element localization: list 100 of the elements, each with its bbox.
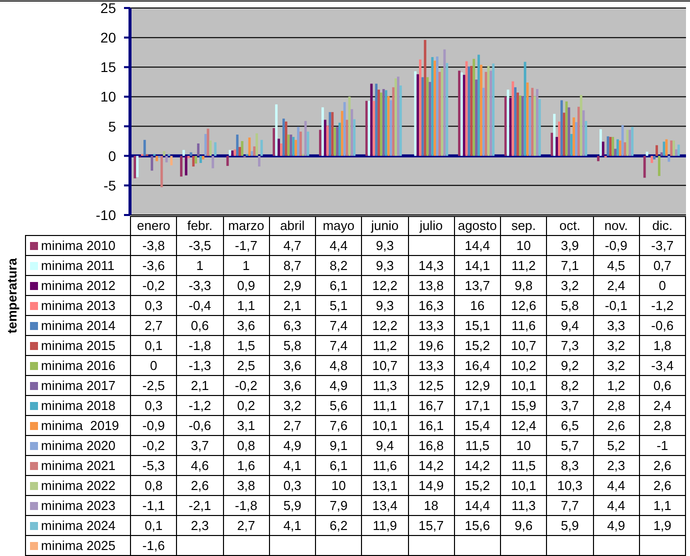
table-cell: 9,3 — [362, 256, 408, 276]
table-cell: 0,3 — [130, 296, 177, 316]
series-label: minima 2016 — [41, 358, 116, 372]
table-cell: 10 — [316, 476, 362, 496]
table-cell: 9,8 — [500, 276, 547, 296]
table-cell: 11,5 — [500, 456, 547, 476]
table-cell: 5,8 — [269, 336, 316, 356]
series-label: minima 2020 — [41, 438, 116, 452]
table-cell: -3,7 — [639, 236, 686, 256]
table-cell: 1,1 — [223, 296, 270, 316]
table-cell: 4,4 — [593, 496, 640, 516]
table-cell: -2,5 — [130, 376, 177, 396]
table-cell: 11,1 — [362, 396, 408, 416]
table-cell: 11,9 — [362, 516, 408, 536]
column-header: dic. — [639, 216, 686, 236]
table-cell: 2,1 — [269, 296, 316, 316]
table-cell: 3,9 — [546, 236, 593, 256]
table-cell: 3,6 — [269, 356, 316, 376]
table-cell: 5,9 — [269, 496, 316, 516]
table-cell: 5,8 — [546, 296, 593, 316]
table-cell: 0,8 — [223, 436, 270, 456]
table-cell: 15,2 — [454, 336, 500, 356]
table-cell: -1,8 — [223, 496, 270, 516]
table-cell: 2,3 — [593, 456, 640, 476]
axis-title: temperatura — [3, 257, 20, 336]
table-cell: 9,2 — [546, 356, 593, 376]
table-cell: 4,4 — [593, 476, 640, 496]
table-cell: 11,3 — [500, 496, 547, 516]
table-cell: 2,8 — [593, 396, 640, 416]
table-cell: 2,6 — [176, 476, 223, 496]
table-cell: 4,6 — [176, 456, 223, 476]
column-header: mayo — [316, 216, 362, 236]
table-cell: 9,4 — [362, 436, 408, 456]
table-cell: -1,2 — [176, 396, 223, 416]
table-cell: -0,2 — [130, 436, 177, 456]
axis-label: -10 — [96, 207, 116, 223]
table-cell: 16,8 — [408, 436, 454, 456]
column-header: abril — [269, 216, 316, 236]
table-cell: 4,9 — [269, 436, 316, 456]
table-cell: 4,1 — [269, 456, 316, 476]
table-cell: -2,1 — [176, 496, 223, 516]
table-cell: 5,1 — [316, 296, 362, 316]
series-label: minima 2019 — [41, 418, 120, 432]
table-cell: 11,6 — [500, 316, 547, 336]
table-cell: -3,8 — [130, 236, 177, 256]
table-cell: 7,6 — [316, 416, 362, 436]
table-cell: 2,7 — [130, 316, 177, 336]
table-cell: 10,1 — [500, 476, 547, 496]
table-cell: 15,9 — [500, 396, 547, 416]
table-cell: 9,3 — [362, 296, 408, 316]
table-cell: -3,3 — [176, 276, 223, 296]
table-cell: 13,3 — [408, 316, 454, 336]
table-cell: 10,3 — [546, 476, 593, 496]
table-cell: 0,3 — [269, 476, 316, 496]
table-cell: 4,4 — [316, 236, 362, 256]
table-cell: 13,1 — [362, 476, 408, 496]
table-cell: 10,7 — [500, 336, 547, 356]
table-cell: 0,6 — [639, 376, 686, 396]
table-cell: 1 — [223, 256, 270, 276]
table-cell: 6,1 — [316, 456, 362, 476]
table-cell: 2,6 — [639, 456, 686, 476]
axis-label: 5 — [108, 118, 116, 134]
table-cell: 2,6 — [593, 416, 640, 436]
table-cell: 7,4 — [316, 336, 362, 356]
table-cell: 10,1 — [500, 376, 547, 396]
table-cell: 19,6 — [408, 336, 454, 356]
table-cell: 0 — [639, 276, 686, 296]
table-cell: 8,3 — [546, 456, 593, 476]
table-cell: 13,4 — [362, 496, 408, 516]
series-label: minima 2024 — [41, 518, 116, 532]
table-cell: -1,1 — [130, 496, 177, 516]
series-label: minima 2023 — [41, 498, 116, 512]
table-cell: 3,3 — [593, 316, 640, 336]
series-label: minima 2014 — [41, 318, 116, 332]
table-cell: 13,7 — [454, 276, 500, 296]
table-cell: 4,7 — [269, 236, 316, 256]
table-cell: 3,2 — [593, 336, 640, 356]
table-cell: -1,8 — [176, 336, 223, 356]
table-cell: 3,6 — [269, 376, 316, 396]
table-cell: 1,6 — [223, 456, 270, 476]
table-cell: 9,4 — [546, 316, 593, 336]
table-cell: 2,8 — [639, 416, 686, 436]
table-cell: 6,2 — [316, 516, 362, 536]
table-cell: -0,6 — [639, 316, 686, 336]
table-cell: 12,5 — [408, 376, 454, 396]
table-cell: -3,5 — [176, 236, 223, 256]
table-cell: 5,7 — [546, 436, 593, 456]
table-cell: 0,7 — [639, 256, 686, 276]
table-cell: -3,4 — [639, 356, 686, 376]
table-cell: 2,9 — [269, 276, 316, 296]
table-cell: 16,7 — [408, 396, 454, 416]
table-cell: 11,2 — [500, 256, 547, 276]
table-cell: 15,4 — [454, 416, 500, 436]
table-cell: 10,2 — [500, 356, 547, 376]
table-cell: 2,4 — [593, 276, 640, 296]
table-cell: 1,1 — [639, 496, 686, 516]
table-cell: 9,6 — [500, 516, 547, 536]
table-cell: 10 — [500, 436, 547, 456]
table-cell: 17,1 — [454, 396, 500, 416]
table-cell: 16,4 — [454, 356, 500, 376]
